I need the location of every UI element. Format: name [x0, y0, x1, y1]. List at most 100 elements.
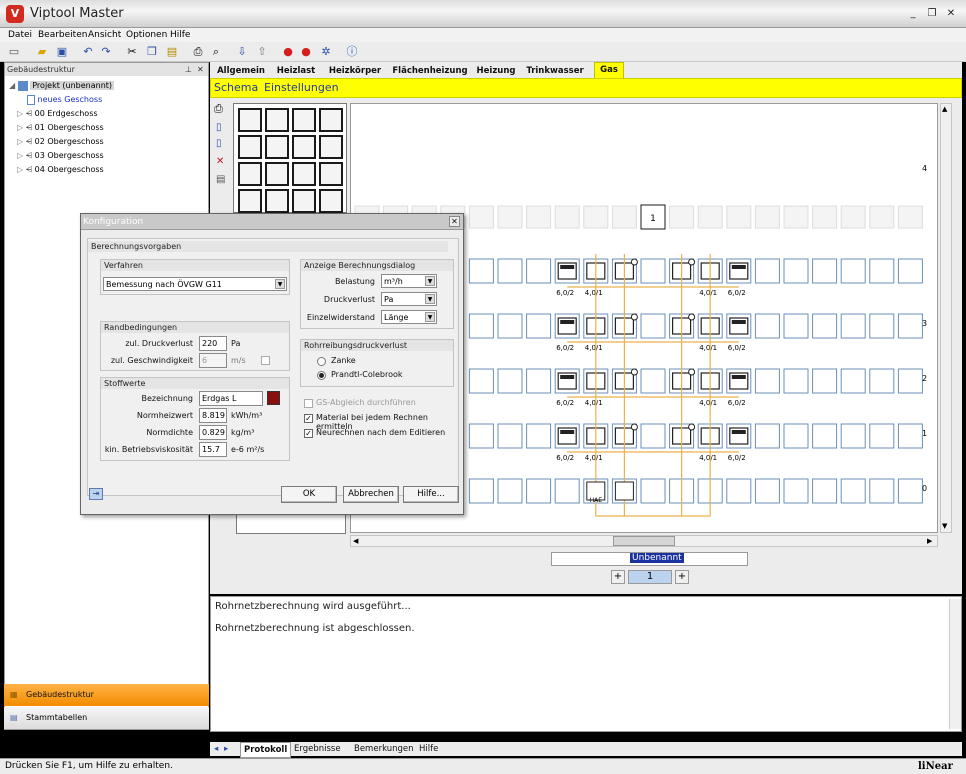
cut-icon[interactable]: ✂: [124, 44, 140, 60]
schema-cell[interactable]: [783, 313, 809, 339]
schema-cell[interactable]: [640, 478, 666, 504]
schema-cell[interactable]: [497, 258, 523, 284]
panel-close-icon[interactable]: ✕: [197, 63, 204, 76]
tab-heizkoerper[interactable]: Heizkörper: [326, 64, 384, 78]
bezeichnung-input[interactable]: Erdgas L: [199, 391, 263, 406]
geschwindigkeit-checkbox[interactable]: [261, 356, 270, 365]
header-cell[interactable]: [754, 205, 780, 229]
component-tile[interactable]: [238, 135, 262, 159]
einzelwiderstand-select[interactable]: Länge ▼: [381, 310, 437, 324]
copy-icon[interactable]: ❐: [144, 44, 160, 60]
header-cell[interactable]: [697, 205, 723, 229]
schema-cell[interactable]: [869, 478, 895, 504]
schema-cell[interactable]: [497, 313, 523, 339]
menu-ansicht[interactable]: Ansicht: [88, 28, 121, 42]
druckverlust-select[interactable]: Pa ▼: [381, 292, 437, 306]
gs-abgleich-checkbox[interactable]: [304, 399, 313, 408]
schema-cell[interactable]: [526, 423, 552, 449]
prev-tab-icon[interactable]: ◂: [214, 742, 218, 756]
horizontal-scrollbar[interactable]: ◀ ▶: [350, 535, 938, 547]
scroll-left-icon[interactable]: ◀: [353, 537, 358, 545]
scroll-down-icon[interactable]: ▼: [942, 522, 947, 530]
header-cell[interactable]: [669, 205, 695, 229]
tab-allgemein[interactable]: Allgemein: [216, 64, 266, 78]
tree-floor-00[interactable]: ▷ ⩤ 00 Erdgeschoss: [17, 107, 98, 121]
menu-datei[interactable]: Datei: [8, 28, 32, 42]
schema-cell[interactable]: [468, 313, 494, 339]
schema-cell[interactable]: [468, 368, 494, 394]
schema-cell[interactable]: [640, 368, 666, 394]
new-file-icon[interactable]: ▭: [6, 44, 22, 60]
dialog-close-button[interactable]: ✕: [449, 216, 460, 227]
neurechnen-checkbox[interactable]: ✓: [304, 429, 313, 438]
header-cell[interactable]: [783, 205, 809, 229]
prev-sheet-add-button[interactable]: +: [611, 570, 625, 584]
component-tile[interactable]: [319, 108, 343, 132]
schema-cell[interactable]: [812, 423, 838, 449]
nav-building-structure[interactable]: ▦ Gebäudestruktur: [4, 684, 209, 706]
schema-cell[interactable]: [554, 478, 580, 504]
component-tile[interactable]: [238, 189, 262, 213]
settings-gear-icon[interactable]: ✲: [318, 44, 334, 60]
schema-cell[interactable]: [526, 313, 552, 339]
tab-hilfe[interactable]: Hilfe: [419, 742, 438, 756]
tab-heizlast[interactable]: Heizlast: [274, 64, 318, 78]
minimize-button[interactable]: _: [906, 8, 920, 20]
belastung-select[interactable]: m³/h ▼: [381, 274, 437, 288]
schema-cell[interactable]: [640, 258, 666, 284]
tree-floor-03[interactable]: ▷ ⩤ 03 Obergeschoss: [17, 149, 104, 163]
schema-cell[interactable]: [897, 423, 923, 449]
tab-bemerkungen[interactable]: Bemerkungen: [354, 742, 414, 756]
header-cell[interactable]: [583, 205, 609, 229]
info-icon[interactable]: ⓘ: [344, 44, 360, 60]
component-tile[interactable]: [265, 108, 289, 132]
component-tile[interactable]: [319, 162, 343, 186]
normdichte-input[interactable]: 0.829: [199, 425, 227, 440]
schema-cell[interactable]: [526, 368, 552, 394]
sheet-page-number[interactable]: 1: [628, 570, 672, 584]
schema-cell[interactable]: [640, 313, 666, 339]
schema-cell[interactable]: [754, 478, 780, 504]
header-cell[interactable]: [869, 205, 895, 229]
component-tile[interactable]: [238, 162, 262, 186]
geschwindigkeit-input[interactable]: 6: [199, 353, 227, 368]
schema-cell[interactable]: [869, 258, 895, 284]
material-picker-icon[interactable]: [267, 391, 280, 405]
header-cell[interactable]: [554, 205, 580, 229]
vertical-scrollbar[interactable]: ▲ ▼: [940, 103, 952, 533]
schema-cell[interactable]: [812, 478, 838, 504]
warning-icon[interactable]: ●: [298, 44, 314, 60]
header-cell[interactable]: [526, 205, 552, 229]
schema-cell[interactable]: [497, 423, 523, 449]
schema-cell[interactable]: [812, 368, 838, 394]
schema-cell[interactable]: [468, 423, 494, 449]
tree-floor-02[interactable]: ▷ ⩤ 02 Obergeschoss: [17, 135, 104, 149]
cancel-button[interactable]: Abbrechen: [343, 486, 399, 503]
scroll-right-icon[interactable]: ▶: [927, 537, 932, 545]
print-icon[interactable]: ⎙: [214, 102, 223, 116]
schema-cell[interactable]: [840, 258, 866, 284]
header-cell[interactable]: [897, 205, 923, 229]
page-icon[interactable]: ▯: [216, 122, 222, 133]
nav-master-tables[interactable]: ▤ Stammtabellen: [4, 707, 209, 729]
component-tile[interactable]: [265, 189, 289, 213]
protocol-scrollbar[interactable]: [949, 599, 961, 729]
component-tile[interactable]: [319, 135, 343, 159]
schema-cell[interactable]: [526, 478, 552, 504]
document-icon[interactable]: ▤: [216, 174, 225, 185]
zanke-radio[interactable]: [317, 357, 326, 366]
material-checkbox[interactable]: ✓: [304, 414, 313, 423]
verfahren-select[interactable]: Bemessung nach ÖVGW G11 ▼: [103, 277, 287, 291]
undo-icon[interactable]: ↶: [80, 44, 96, 60]
schema-cell[interactable]: [812, 313, 838, 339]
header-cell[interactable]: [611, 205, 637, 229]
header-cell[interactable]: [497, 205, 523, 229]
dialog-pin-icon[interactable]: ⇥: [89, 488, 103, 500]
schema-cell[interactable]: [840, 423, 866, 449]
schema-cell[interactable]: [497, 368, 523, 394]
tab-heizung[interactable]: Heizung: [476, 64, 516, 78]
schema-cell[interactable]: [640, 423, 666, 449]
schema-cell[interactable]: [840, 313, 866, 339]
error-icon[interactable]: ●: [280, 44, 296, 60]
schema-cell[interactable]: [897, 258, 923, 284]
